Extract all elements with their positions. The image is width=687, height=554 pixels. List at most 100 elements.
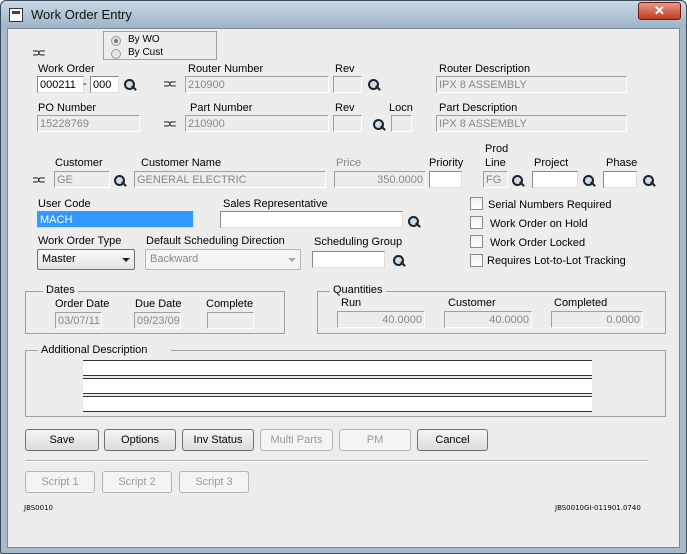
router-rev-label: Rev [335, 63, 355, 75]
router-description-field: IPX 8 ASSEMBLY [436, 76, 627, 93]
serial-numbers-label[interactable]: Serial Numbers Required [488, 199, 612, 211]
default-sched-dir-label: Default Scheduling Direction [146, 235, 285, 247]
multi-parts-button: Multi Parts [260, 429, 333, 451]
user-code-label: User Code [38, 198, 91, 210]
sales-rep-label: Sales Representative [223, 198, 328, 210]
title-bar[interactable]: Work Order Entry ✕ [1, 1, 686, 28]
router-number-label: Router Number [188, 63, 264, 75]
quantities-group-title: Quantities [330, 284, 386, 296]
phase-input[interactable] [603, 171, 637, 188]
lot-tracking-checkbox[interactable] [470, 254, 483, 267]
router-number-field: 210900 [185, 76, 329, 93]
work-order-separator: - [83, 78, 87, 90]
completed-quantity-label: Completed [554, 297, 608, 309]
form-client-area: ⊃⊂ By WO By Cust Work Order 000211 - 000… [7, 28, 680, 548]
prod-line-field: FG [483, 171, 508, 188]
sched-group-input[interactable] [312, 251, 385, 268]
options-button[interactable]: Options [104, 429, 176, 451]
script-2-button: Script 2 [102, 471, 172, 493]
customer-name-label: Customer Name [141, 157, 222, 169]
locked-checkbox[interactable] [470, 235, 483, 248]
customer-label: Customer [55, 157, 103, 169]
script-3-button: Script 3 [179, 471, 249, 493]
default-sched-dir-value: Backward [150, 253, 199, 265]
part-number-field: 210900 [185, 115, 329, 132]
price-field: 350.0000 [334, 171, 426, 188]
part-number-label: Part Number [190, 102, 253, 114]
description-line-1[interactable] [83, 360, 592, 376]
part-description-label: Part Description [439, 102, 518, 114]
cancel-button[interactable]: Cancel [417, 429, 488, 451]
radio-by-wo-label[interactable]: By WO [128, 34, 160, 45]
save-button[interactable]: Save [25, 429, 99, 451]
router-link-icon[interactable]: ⊃⊂ [163, 79, 180, 90]
run-label: Run [341, 297, 362, 309]
inv-status-button[interactable]: Inv Status [182, 429, 254, 451]
customer-link-icon[interactable]: ⊃⊂ [32, 175, 49, 186]
customer-name-field: GENERAL ELECTRIC [134, 171, 326, 188]
dates-group-title: Dates [43, 284, 78, 296]
router-rev-lookup-icon[interactable] [367, 78, 381, 92]
project-input[interactable] [532, 171, 578, 188]
run-quantity-field: 40.0000 [337, 311, 425, 328]
sales-rep-input[interactable] [220, 211, 403, 228]
work-order-suffix-input[interactable]: 000 [90, 76, 119, 93]
sched-group-label: Scheduling Group [314, 236, 403, 248]
po-number-field: 15228769 [37, 115, 140, 132]
work-order-type-label: Work Order Type [38, 235, 122, 247]
customer-quantity-label: Customer [448, 297, 496, 309]
prod-line-lookup-icon[interactable] [511, 174, 525, 188]
user-code-input[interactable]: MACH [37, 211, 194, 228]
locn-field [391, 115, 412, 132]
customer-field: GE [54, 171, 110, 188]
app-icon [9, 8, 23, 22]
lookup-mode-group: By WO By Cust [103, 31, 217, 60]
work-order-entry-window: Work Order Entry ✕ ⊃⊂ By WO By Cust Work… [0, 0, 687, 554]
customer-quantity-field: 40.0000 [444, 311, 532, 328]
locn-label: Locn [389, 102, 413, 114]
part-link-icon[interactable]: ⊃⊂ [163, 119, 180, 130]
complete-field [207, 312, 254, 329]
locked-label[interactable]: Work Order Locked [490, 237, 585, 249]
router-description-label: Router Description [439, 63, 531, 75]
priority-label: Priority [429, 157, 464, 169]
on-hold-checkbox[interactable] [470, 216, 483, 229]
work-order-type-value: Master [42, 253, 76, 265]
sales-rep-lookup-icon[interactable] [407, 215, 421, 229]
work-order-label: Work Order [38, 63, 95, 75]
link-icon[interactable]: ⊃⊂ [32, 48, 49, 59]
order-date-label: Order Date [55, 298, 110, 310]
script-1-button: Script 1 [25, 471, 95, 493]
order-date-field: 03/07/11 [55, 312, 102, 329]
po-number-label: PO Number [38, 102, 97, 114]
serial-numbers-checkbox[interactable] [470, 197, 483, 210]
sched-group-lookup-icon[interactable] [392, 254, 406, 268]
priority-input[interactable] [429, 171, 462, 188]
radio-by-cust[interactable] [111, 49, 121, 59]
work-order-lookup-icon[interactable] [123, 78, 137, 92]
on-hold-label[interactable]: Work Order on Hold [490, 218, 588, 230]
customer-lookup-icon[interactable] [113, 174, 127, 188]
project-lookup-icon[interactable] [582, 174, 596, 188]
description-line-2[interactable] [83, 378, 592, 394]
window-title: Work Order Entry [31, 7, 132, 22]
description-line-3[interactable] [83, 396, 592, 412]
phase-label: Phase [606, 157, 638, 169]
radio-by-cust-label[interactable]: By Cust [128, 47, 163, 58]
form-code-right: JBS0010GI-011901.0740 [555, 504, 641, 512]
complete-label: Complete [206, 298, 254, 310]
work-order-input[interactable]: 000211 [37, 76, 84, 93]
lot-tracking-label[interactable]: Requires Lot-to-Lot Tracking [487, 255, 626, 267]
default-sched-dir-select: Backward [145, 249, 301, 270]
phase-lookup-icon[interactable] [642, 174, 656, 188]
form-code-left: JBS0010 [24, 504, 54, 512]
part-rev-label: Rev [335, 102, 355, 114]
completed-quantity-field: 0.0000 [551, 311, 643, 328]
part-rev-lookup-icon[interactable] [372, 118, 386, 132]
chevron-down-icon [122, 258, 130, 262]
close-button[interactable]: ✕ [638, 2, 681, 20]
prod-line-label-1: Prod [485, 143, 509, 155]
additional-description-title: Additional Description [38, 344, 172, 356]
work-order-type-select[interactable]: Master [37, 249, 135, 270]
radio-by-wo[interactable] [111, 36, 121, 46]
